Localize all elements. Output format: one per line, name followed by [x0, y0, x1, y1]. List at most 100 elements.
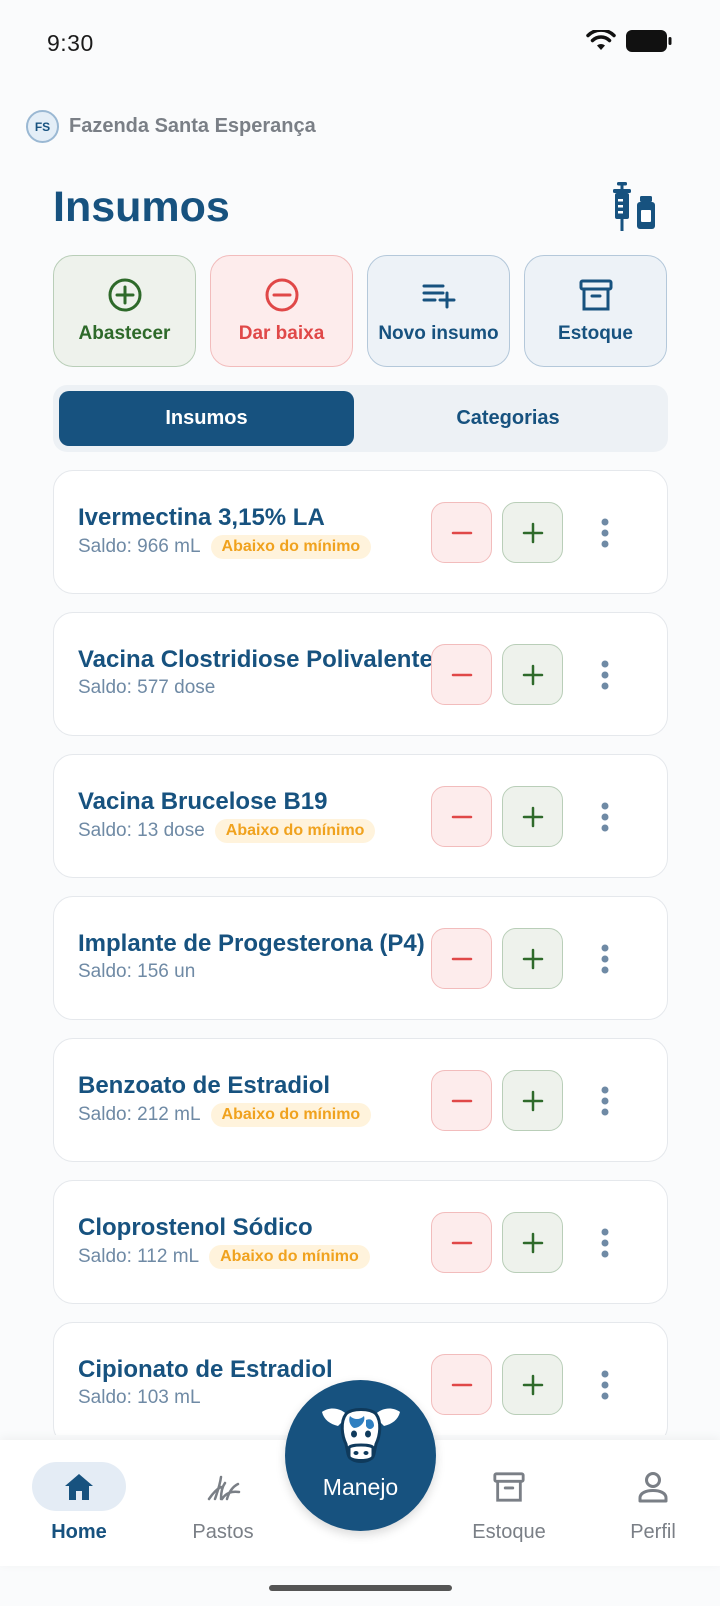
- more-vertical-icon: [601, 944, 609, 974]
- plus-icon: [522, 806, 543, 827]
- item-balance: Saldo: 13 dose: [78, 820, 205, 841]
- more-options-button[interactable]: [587, 511, 623, 555]
- item-balance: Saldo: 212 mL: [78, 1104, 201, 1125]
- farm-selector[interactable]: FS Fazenda Santa Esperança: [26, 110, 316, 143]
- farm-avatar: FS: [26, 110, 59, 143]
- more-options-button[interactable]: [587, 1079, 623, 1123]
- list-item[interactable]: Benzoato de Estradiol Saldo: 212 mL Abai…: [53, 1038, 668, 1162]
- more-vertical-icon: [601, 802, 609, 832]
- dar-baixa-label: Dar baixa: [238, 323, 325, 344]
- list-item[interactable]: Cloprostenol Sódico Saldo: 112 mL Abaixo…: [53, 1180, 668, 1304]
- nav-pastos[interactable]: Pastos: [168, 1462, 278, 1544]
- more-options-button[interactable]: [587, 937, 623, 981]
- list-item[interactable]: Vacina Clostridiose Polivalente Saldo: 5…: [53, 612, 668, 736]
- novo-insumo-label: Novo insumo: [378, 323, 499, 344]
- archive-icon: [493, 1471, 525, 1502]
- list-item[interactable]: Ivermectina 3,15% LA Saldo: 966 mL Abaix…: [53, 470, 668, 594]
- nav-home[interactable]: Home: [24, 1462, 134, 1544]
- action-bar: Abastecer Dar baixa Novo insumo Estoque: [53, 255, 667, 367]
- manejo-label: Manejo: [322, 1474, 399, 1500]
- nav-perfil-label: Perfil: [630, 1521, 676, 1543]
- manejo-button[interactable]: Manejo: [285, 1380, 436, 1531]
- item-name: Vacina Brucelose B19: [78, 788, 328, 815]
- home-icon: [65, 1473, 93, 1500]
- plus-icon: [522, 1374, 543, 1395]
- nav-perfil[interactable]: Perfil: [598, 1462, 708, 1544]
- item-name: Vacina Clostridiose Polivalente: [78, 646, 433, 673]
- increase-button[interactable]: [502, 502, 563, 563]
- minus-icon: [451, 815, 472, 818]
- minus-icon: [451, 1241, 472, 1244]
- item-name: Benzoato de Estradiol: [78, 1072, 331, 1099]
- novo-insumo-button[interactable]: Novo insumo: [367, 255, 510, 367]
- decrease-button[interactable]: [431, 928, 492, 989]
- insumos-list[interactable]: Ivermectina 3,15% LA Saldo: 966 mL Abaix…: [53, 470, 668, 1435]
- abastecer-button[interactable]: Abastecer: [53, 255, 196, 367]
- item-name: Implante de Progesterona (P4): [78, 930, 425, 957]
- more-vertical-icon: [601, 1370, 609, 1400]
- grass-icon: [207, 1475, 241, 1500]
- below-minimum-badge: Abaixo do mínimo: [209, 1245, 370, 1269]
- more-options-button[interactable]: [587, 1363, 623, 1407]
- syringe-vial-icon: [613, 182, 655, 231]
- farm-name: Fazenda Santa Esperança: [69, 115, 316, 137]
- status-time: 9:30: [47, 30, 94, 56]
- minus-icon: [451, 1099, 472, 1102]
- decrease-button[interactable]: [431, 1212, 492, 1273]
- tab-categorias[interactable]: Categorias: [354, 391, 662, 446]
- decrease-button[interactable]: [431, 786, 492, 847]
- more-options-button[interactable]: [587, 1221, 623, 1265]
- page-title: Insumos: [53, 183, 230, 231]
- person-icon: [638, 1471, 668, 1502]
- minus-icon: [451, 673, 472, 676]
- plus-icon: [522, 522, 543, 543]
- minus-icon: [451, 531, 472, 534]
- archive-icon: [579, 279, 612, 311]
- abastecer-label: Abastecer: [78, 323, 171, 344]
- more-vertical-icon: [601, 518, 609, 548]
- below-minimum-badge: Abaixo do mínimo: [210, 535, 372, 559]
- estoque-label: Estoque: [558, 323, 633, 344]
- item-balance: Saldo: 156 un: [78, 961, 196, 982]
- increase-button[interactable]: [502, 1354, 563, 1415]
- nav-home-label: Home: [51, 1521, 107, 1543]
- status-bar: 9:30: [0, 0, 720, 88]
- more-options-button[interactable]: [587, 795, 623, 839]
- tab-insumos[interactable]: Insumos: [59, 391, 354, 446]
- decrease-button[interactable]: [431, 1354, 492, 1415]
- item-name: Cipionato de Estradiol: [78, 1356, 333, 1383]
- plus-circle-icon: [108, 278, 141, 312]
- increase-button[interactable]: [502, 1212, 563, 1273]
- decrease-button[interactable]: [431, 1070, 492, 1131]
- list-item[interactable]: Implante de Progesterona (P4) Saldo: 156…: [53, 896, 668, 1020]
- increase-button[interactable]: [502, 928, 563, 989]
- minus-icon: [451, 957, 472, 960]
- item-balance: Saldo: 966 mL: [78, 536, 201, 557]
- increase-button[interactable]: [502, 1070, 563, 1131]
- estoque-button[interactable]: Estoque: [524, 255, 667, 367]
- minus-icon: [451, 1383, 472, 1386]
- more-vertical-icon: [601, 1228, 609, 1258]
- list-item[interactable]: Vacina Brucelose B19 Saldo: 13 dose Abai…: [53, 754, 668, 878]
- nav-estoque[interactable]: Estoque: [454, 1462, 564, 1544]
- plus-icon: [522, 948, 543, 969]
- increase-button[interactable]: [502, 786, 563, 847]
- item-name: Cloprostenol Sódico: [78, 1214, 313, 1241]
- home-indicator: [269, 1585, 452, 1591]
- wifi-icon: [586, 30, 616, 50]
- nav-pastos-label: Pastos: [192, 1521, 254, 1543]
- cow-icon: [321, 1408, 400, 1463]
- more-options-button[interactable]: [587, 653, 623, 697]
- playlist-add-icon: [422, 284, 455, 309]
- item-balance: Saldo: 577 dose: [78, 677, 216, 698]
- below-minimum-badge: Abaixo do mínimo: [214, 819, 376, 843]
- dar-baixa-button[interactable]: Dar baixa: [210, 255, 353, 367]
- below-minimum-badge: Abaixo do mínimo: [210, 1103, 372, 1127]
- decrease-button[interactable]: [431, 502, 492, 563]
- increase-button[interactable]: [502, 644, 563, 705]
- item-balance: Saldo: 112 mL: [78, 1246, 200, 1267]
- item-name: Ivermectina 3,15% LA: [78, 504, 325, 531]
- more-vertical-icon: [601, 660, 609, 690]
- decrease-button[interactable]: [431, 644, 492, 705]
- minus-circle-icon: [265, 278, 298, 312]
